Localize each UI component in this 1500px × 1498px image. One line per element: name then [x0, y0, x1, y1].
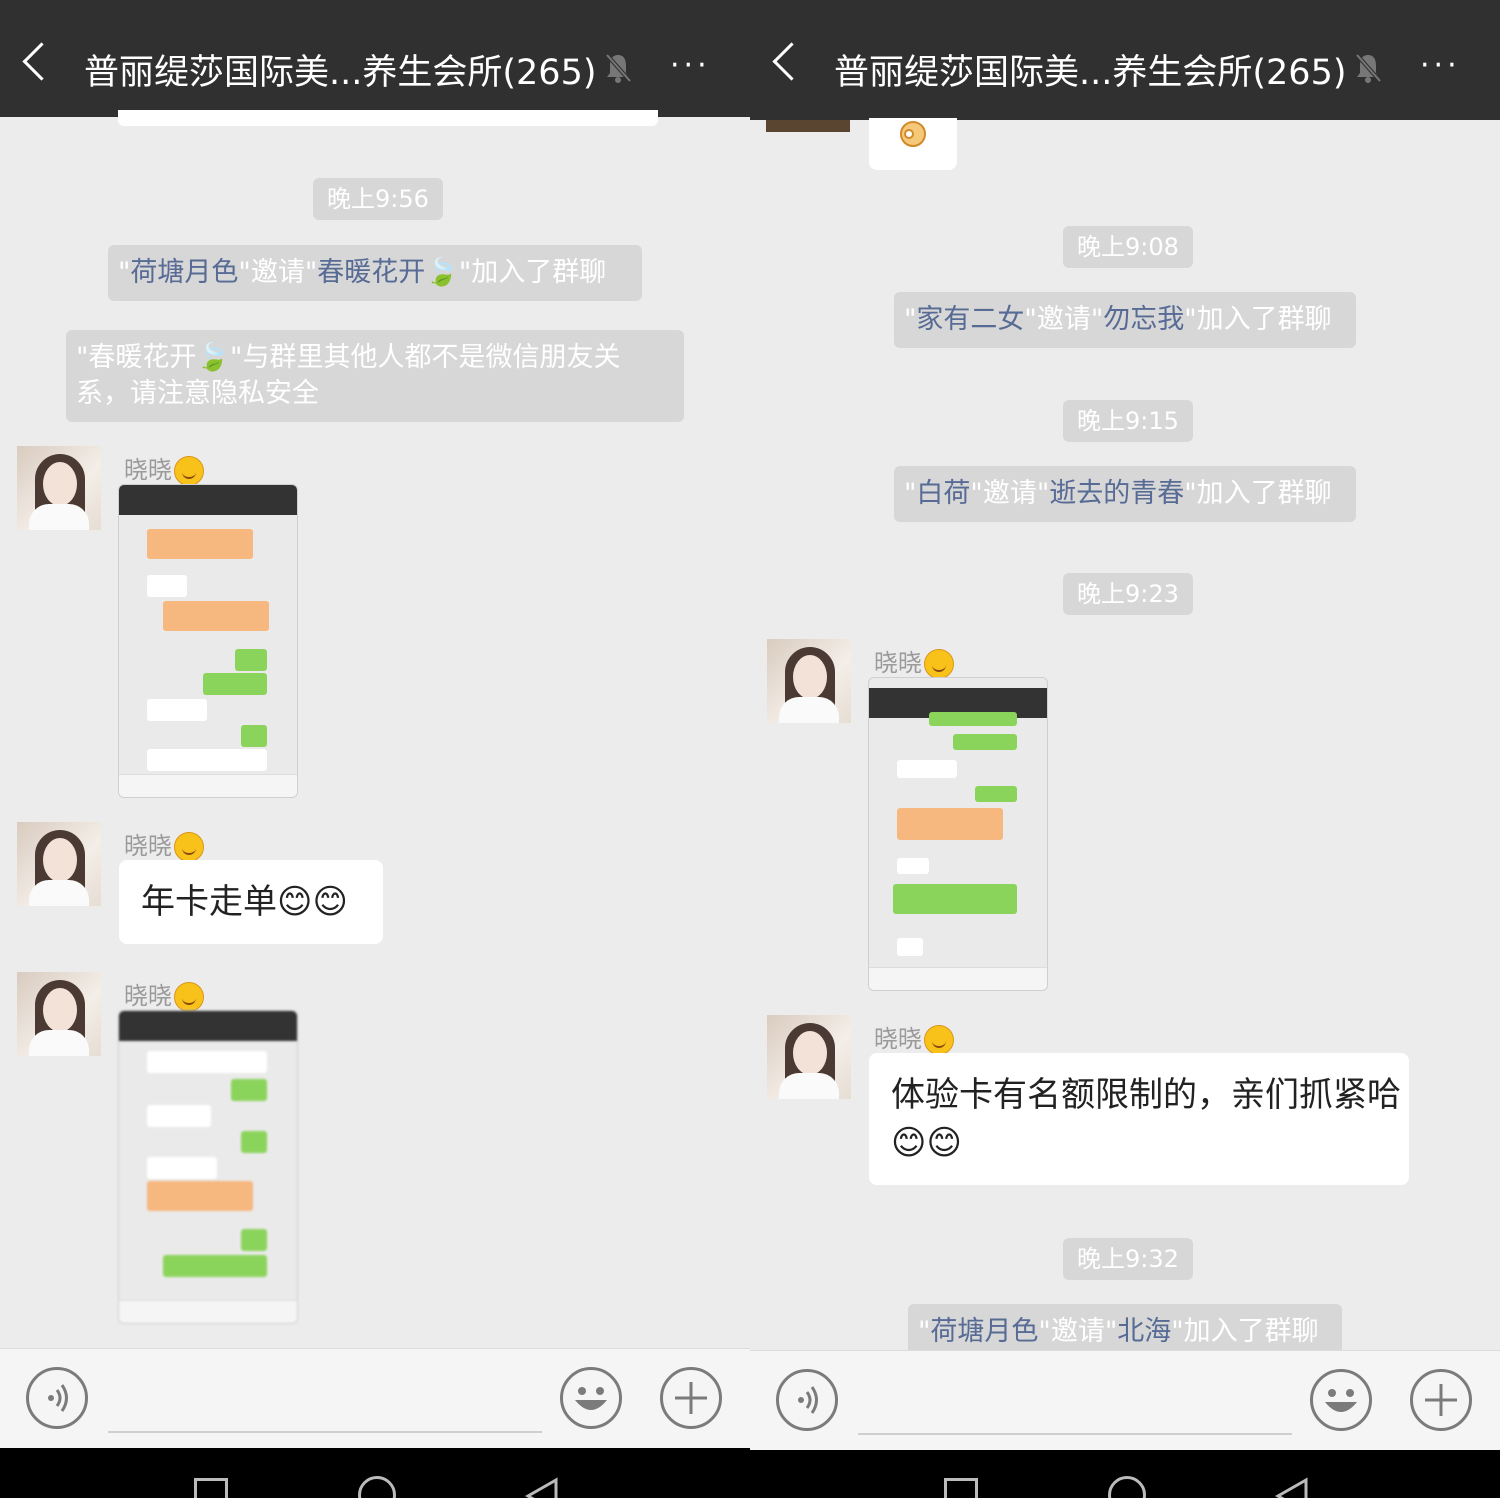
sender-name: 晓晓	[874, 643, 954, 679]
voice-icon[interactable]	[776, 1369, 838, 1431]
system-message-invite: "家有二女"邀请"勿忘我"加入了群聊	[894, 292, 1356, 348]
member-name-link[interactable]: 家有二女	[916, 304, 1024, 335]
member-name-link[interactable]: 勿忘我	[1103, 304, 1184, 335]
sender-name: 晓晓	[124, 976, 204, 1012]
member-name-link[interactable]: 北海	[1117, 1316, 1171, 1347]
emoji-icon[interactable]	[560, 1367, 622, 1429]
nav-back-icon[interactable]	[524, 1476, 560, 1498]
member-name-link[interactable]: 白荷	[916, 478, 970, 509]
input-bar	[0, 1348, 750, 1449]
nav-home-icon[interactable]	[358, 1476, 396, 1498]
privacy-line-1: "春暖花开🍃"与群里其他人都不是微信朋友关	[76, 342, 621, 373]
image-message-screenshot[interactable]	[868, 677, 1048, 991]
system-message-invite: "荷塘月色"邀请"春暖花开🍃"加入了群聊	[108, 245, 642, 301]
emoji-icon[interactable]	[1310, 1369, 1372, 1431]
text-line-2: 😊😊	[891, 1123, 962, 1163]
previous-message-bubble	[118, 110, 658, 126]
nav-home-icon[interactable]	[1108, 1476, 1146, 1498]
text-message[interactable]: 年卡走单😊😊	[119, 860, 383, 944]
privacy-line-2: 系，请注意隐私安全	[76, 378, 319, 409]
nav-square-icon[interactable]	[944, 1478, 978, 1498]
avatar[interactable]	[17, 972, 101, 1056]
smiley-icon	[924, 1025, 954, 1055]
avatar[interactable]	[17, 822, 101, 906]
back-icon[interactable]	[22, 42, 61, 81]
image-message-screenshot[interactable]	[118, 484, 298, 798]
plus-icon[interactable]	[1410, 1369, 1472, 1431]
back-icon[interactable]	[772, 42, 811, 81]
system-message-privacy: "春暖花开🍃"与群里其他人都不是微信朋友关 系，请注意隐私安全	[66, 330, 684, 422]
plus-icon[interactable]	[660, 1367, 722, 1429]
timestamp: 晚上9:23	[1063, 573, 1193, 615]
avatar[interactable]	[767, 1015, 851, 1099]
member-name-link[interactable]: 逝去的青春	[1049, 478, 1184, 509]
chat-panel-right: 普丽缇莎国际美...养生会所(265) ··· 晚上9:08 "家有二女"邀请"…	[750, 0, 1500, 1498]
chat-title: 普丽缇莎国际美...养生会所(265)	[84, 53, 597, 93]
title-bar: 普丽缇莎国际美...养生会所(265) ···	[0, 0, 750, 117]
member-name-link[interactable]: 荷塘月色	[130, 257, 238, 288]
voice-icon[interactable]	[26, 1367, 88, 1429]
sender-name: 晓晓	[124, 826, 204, 862]
mute-bell-icon	[1355, 53, 1382, 83]
image-message-screenshot[interactable]	[118, 1010, 298, 1324]
member-name-link[interactable]: 荷塘月色	[930, 1316, 1038, 1347]
avatar[interactable]	[766, 120, 850, 132]
avatar[interactable]	[767, 639, 851, 723]
ok-hand-icon	[900, 121, 926, 147]
member-name-link[interactable]: 春暖花开	[317, 257, 425, 288]
smiley-icon	[174, 456, 204, 486]
smiley-icon	[924, 649, 954, 679]
message-input[interactable]	[858, 1433, 1292, 1435]
nav-back-icon[interactable]	[1274, 1476, 1310, 1498]
system-nav-bar	[0, 1448, 750, 1498]
system-nav-bar	[750, 1450, 1500, 1498]
sender-name: 晓晓	[124, 450, 204, 486]
timestamp: 晚上9:08	[1063, 226, 1193, 268]
timestamp: 晚上9:32	[1063, 1238, 1193, 1280]
text-message[interactable]: 体验卡有名额限制的，亲们抓紧哈 😊😊	[869, 1053, 1409, 1185]
sender-name: 晓晓	[874, 1019, 954, 1055]
input-bar	[750, 1350, 1500, 1451]
mute-bell-icon	[605, 53, 632, 83]
chat-title: 普丽缇莎国际美...养生会所(265)	[834, 53, 1347, 93]
more-icon[interactable]: ···	[670, 51, 711, 81]
avatar[interactable]	[17, 446, 101, 530]
smiley-icon	[174, 982, 204, 1012]
nav-square-icon[interactable]	[194, 1478, 228, 1498]
more-icon[interactable]: ···	[1420, 51, 1461, 81]
chat-panel-left: 普丽缇莎国际美...养生会所(265) ··· 晚上9:56 "荷塘月色"邀请"…	[0, 0, 750, 1498]
timestamp: 晚上9:15	[1063, 400, 1193, 442]
ok-hand-message[interactable]	[869, 118, 957, 170]
timestamp: 晚上9:56	[313, 178, 443, 220]
system-message-invite: "白荷"邀请"逝去的青春"加入了群聊	[894, 466, 1356, 522]
title-bar: 普丽缇莎国际美...养生会所(265) ···	[750, 0, 1500, 120]
leaf-icon: 🍃	[425, 257, 459, 288]
message-input[interactable]	[108, 1431, 542, 1433]
text-line-1: 体验卡有名额限制的，亲们抓紧哈	[891, 1075, 1401, 1115]
smiley-icon	[174, 832, 204, 862]
